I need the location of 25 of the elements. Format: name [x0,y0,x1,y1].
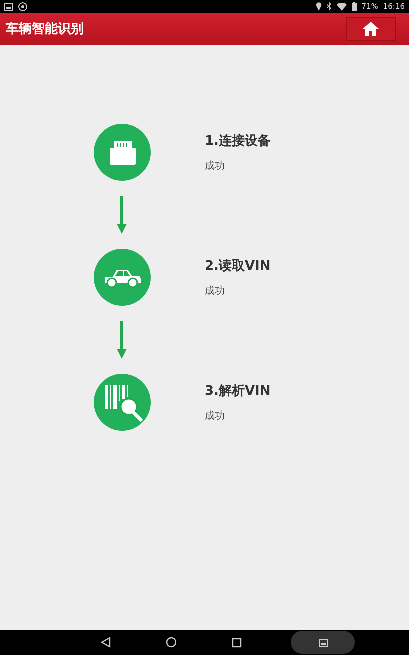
location-icon [316,2,322,11]
image-icon [4,2,13,10]
step-title: 2.读取VIN [205,258,271,275]
step-status: 成功 [205,160,226,173]
home-icon [363,22,379,36]
recents-icon[interactable] [232,638,242,648]
bluetooth-icon [326,2,332,11]
step-title: 3.解析VIN [205,383,271,400]
notification-icon [18,2,28,12]
image-icon [318,638,328,646]
back-icon[interactable] [101,637,111,648]
battery-icon [352,2,357,11]
screenshot-button[interactable] [291,631,355,654]
home-button[interactable] [346,17,396,41]
down-arrow [117,321,127,359]
step-status: 成功 [205,410,226,423]
page-title: 车辆智能识别 [6,20,84,38]
step-title: 1.连接设备 [205,132,271,150]
step-status: 成功 [205,284,226,298]
device-icon [110,140,136,164]
car-icon [104,268,142,288]
barcode-search-icon [102,382,142,422]
down-arrow [117,196,127,234]
wifi-icon [336,2,347,10]
home-circle-icon[interactable] [166,637,177,648]
